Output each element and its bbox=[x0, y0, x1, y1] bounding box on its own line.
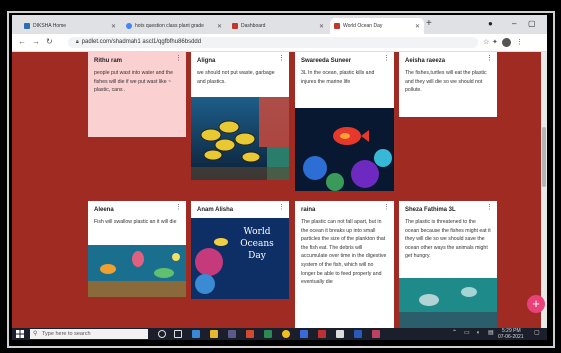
app-icon[interactable] bbox=[300, 330, 308, 338]
tab-world-ocean-day[interactable]: World Ocean Day ✕ bbox=[330, 18, 424, 34]
more-options-icon[interactable]: ⋮ bbox=[175, 204, 182, 212]
post-card[interactable]: raina ⋮ The plastic can not fall apart, … bbox=[295, 201, 394, 329]
diksha-favicon-icon bbox=[24, 23, 30, 29]
post-card[interactable]: Aleena ⋮ Fish will swallow plastic an it… bbox=[88, 201, 186, 297]
post-author: Rithu ram bbox=[94, 58, 123, 64]
close-icon[interactable]: ✕ bbox=[217, 23, 222, 30]
post-card[interactable]: Aeisha raeeza ⋮ The fishes,turtles will … bbox=[399, 52, 497, 117]
tab-dashboard[interactable]: Dashboard ✕ bbox=[228, 18, 328, 34]
tab-title: Dashboard bbox=[241, 23, 266, 29]
underwater-plastic-image bbox=[399, 278, 497, 329]
coral-fish-image bbox=[295, 108, 394, 191]
padlet-favicon-icon bbox=[232, 23, 238, 29]
lock-icon: 🔒︎ bbox=[76, 39, 79, 45]
maximize-icon[interactable]: ▢ bbox=[528, 19, 536, 29]
tab-title: hots question class plant grade bbox=[135, 23, 204, 29]
post-card[interactable]: Rithu ram ⋮ people put wast into water a… bbox=[88, 52, 186, 137]
post-author: Sheza Fathima 3L bbox=[405, 207, 456, 213]
language-icon[interactable]: ▤ bbox=[488, 330, 494, 336]
post-text: The fishes,turtles will eat the plastic … bbox=[405, 70, 487, 94]
tab-title: DIKSHA Home bbox=[33, 23, 67, 29]
close-icon[interactable]: ✕ bbox=[319, 23, 324, 30]
sea-creatures-image bbox=[88, 245, 186, 297]
post-text: 3L In the ocean, plastic kills and injur… bbox=[301, 70, 375, 85]
scrollbar-thumb[interactable] bbox=[542, 127, 546, 187]
browser-toolbar: ← → ↻ 🔒︎ padlet.com/shadmah1 ascl1/qgfbfh… bbox=[12, 34, 547, 52]
post-text: The plastic can not fall apart, but in t… bbox=[301, 219, 387, 286]
chrome-icon[interactable] bbox=[282, 330, 290, 338]
fish-school-image bbox=[191, 97, 289, 180]
post-author: raina bbox=[301, 207, 316, 213]
account-circle-icon[interactable]: ● bbox=[488, 19, 493, 29]
post-author: Aleena bbox=[94, 207, 114, 213]
cortana-icon[interactable] bbox=[158, 330, 166, 338]
new-tab-button[interactable]: + bbox=[426, 19, 432, 29]
taskbar-search-input[interactable]: ⚲ Type here to search bbox=[30, 329, 148, 339]
post-card[interactable]: Sheza Fathima 3L ⋮ The plastic is threat… bbox=[399, 201, 497, 329]
back-icon[interactable]: ← bbox=[18, 37, 26, 47]
post-author: Swareeda Suneer bbox=[301, 58, 352, 64]
search-placeholder: Type here to search bbox=[42, 331, 91, 337]
post-text: we should not put waste, garbage and pla… bbox=[197, 70, 275, 85]
poster-text: World Oceans Day bbox=[240, 227, 274, 261]
post-card[interactable]: Anam Alisha ⋮ World Oceans Day bbox=[191, 201, 289, 299]
clock-date[interactable]: 07-06-2021 bbox=[498, 335, 524, 340]
more-options-icon[interactable]: ⋮ bbox=[486, 55, 493, 63]
windows-start-icon[interactable] bbox=[16, 330, 24, 338]
more-options-icon[interactable]: ⋮ bbox=[383, 55, 390, 63]
search-icon: ⚲ bbox=[33, 331, 38, 337]
more-options-icon[interactable]: ⋮ bbox=[486, 204, 493, 212]
post-author: Aligna bbox=[197, 58, 216, 64]
close-icon[interactable]: ✕ bbox=[415, 23, 420, 30]
forward-icon[interactable]: → bbox=[32, 37, 40, 47]
tab-hots-question[interactable]: hots question class plant grade ✕ bbox=[122, 18, 226, 34]
tab-strip: DIKSHA Home ✕ hots question class plant … bbox=[12, 15, 547, 34]
address-text: padlet.com/shadmah1 ascl1/qgfbfhu86bsddd bbox=[81, 39, 202, 45]
volume-icon[interactable]: ◖ bbox=[476, 330, 480, 336]
word-icon[interactable] bbox=[354, 330, 362, 338]
more-options-icon[interactable]: ⋮ bbox=[278, 55, 285, 63]
file-explorer-icon[interactable] bbox=[210, 330, 218, 338]
tray-chevron-icon[interactable]: ⌃ bbox=[452, 330, 457, 336]
notifications-icon[interactable]: ▢ bbox=[534, 330, 540, 336]
windows-taskbar: ⚲ Type here to search ⌃ ▭ ◖ ▤ 5:29 PM 07… bbox=[12, 328, 547, 340]
page-scrollbar[interactable] bbox=[541, 52, 547, 329]
more-options-icon[interactable]: ⋮ bbox=[278, 204, 285, 212]
more-options-icon[interactable]: ⋮ bbox=[383, 204, 390, 212]
post-card[interactable]: Aligna ⋮ we should not put waste, garbag… bbox=[191, 52, 289, 180]
world-oceans-day-poster: World Oceans Day bbox=[191, 218, 289, 299]
app-icon[interactable] bbox=[336, 330, 344, 338]
post-author: Aeisha raeeza bbox=[405, 58, 446, 64]
tab-title: World Ocean Day bbox=[343, 23, 383, 29]
post-card[interactable]: Swareeda Suneer ⋮ 3L In the ocean, plast… bbox=[295, 52, 394, 191]
browser-window: DIKSHA Home ✕ hots question class plant … bbox=[12, 15, 547, 340]
network-icon[interactable]: ▭ bbox=[464, 330, 470, 336]
address-bar[interactable]: 🔒︎ padlet.com/shadmah1 ascl1/qgfbfhu86bsd… bbox=[68, 37, 478, 48]
app-icon[interactable] bbox=[264, 330, 272, 338]
star-icon[interactable]: ☆ bbox=[483, 38, 489, 47]
office-icon[interactable] bbox=[246, 330, 254, 338]
google-favicon-icon bbox=[126, 23, 132, 29]
more-options-icon[interactable]: ⋮ bbox=[175, 55, 182, 63]
add-post-button[interactable]: + bbox=[527, 295, 545, 313]
post-text: Fish will swallow plastic an it will die bbox=[94, 219, 177, 225]
post-text: people put wast into water and the fishe… bbox=[94, 70, 174, 94]
extensions-icon[interactable]: ✦ bbox=[492, 38, 498, 47]
app-icon[interactable] bbox=[372, 330, 380, 338]
reload-icon[interactable]: ↻ bbox=[46, 37, 53, 47]
padlet-favicon-icon bbox=[334, 23, 340, 29]
post-author: Anam Alisha bbox=[197, 207, 234, 213]
menu-icon[interactable]: ⋮ bbox=[516, 38, 523, 47]
edge-icon[interactable] bbox=[192, 330, 200, 338]
avatar[interactable] bbox=[502, 38, 511, 47]
task-view-icon[interactable] bbox=[174, 330, 182, 338]
tab-diksha-home[interactable]: DIKSHA Home ✕ bbox=[20, 18, 120, 34]
store-icon[interactable] bbox=[228, 330, 236, 338]
close-icon[interactable]: ✕ bbox=[111, 23, 116, 30]
app-icon[interactable] bbox=[318, 330, 326, 338]
minimize-icon[interactable]: – bbox=[512, 19, 516, 29]
post-text: The plastic is threatened to the ocean b… bbox=[405, 219, 491, 260]
